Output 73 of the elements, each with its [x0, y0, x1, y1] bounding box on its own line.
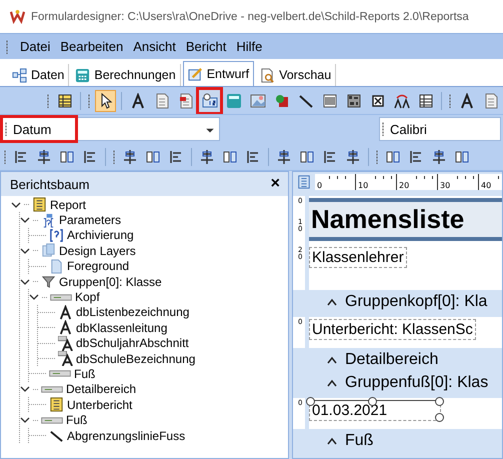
text-icon	[58, 320, 73, 336]
diagram-icon	[12, 68, 27, 82]
filter-icon	[41, 274, 56, 290]
text-icon	[58, 304, 73, 320]
menu-item[interactable]: Hilfe	[236, 39, 262, 54]
font-dropdown[interactable]: Calibri	[379, 117, 501, 141]
tab[interactable]: Entwurf	[182, 61, 254, 86]
tree-item[interactable]: Foreground	[67, 259, 130, 274]
layers-icon	[41, 243, 56, 258]
tree-item[interactable]: Archivierung	[67, 228, 134, 242]
tab[interactable]: Vorschau	[256, 64, 336, 86]
menu-item[interactable]: Bericht	[186, 39, 226, 54]
report-icon	[297, 175, 311, 189]
chevron-icon[interactable]	[20, 384, 30, 394]
collapse-icon[interactable]	[327, 298, 337, 306]
cursor-icon[interactable]	[95, 90, 116, 112]
collapse-icon[interactable]	[327, 378, 337, 386]
window-title: Formulardesigner: C:\Users\ra\OneDrive - neg-velbert.de\Schild-Reports 2.0\Reportsa	[31, 10, 469, 22]
close-button[interactable]: ×	[270, 175, 280, 193]
report-field[interactable]: 01.03.2021	[309, 400, 441, 421]
tree-item[interactable]: dbSchuleBezeichnung	[76, 352, 196, 366]
tree-item[interactable]: dbKlassenleitung	[76, 320, 168, 335]
calculator-icon	[75, 68, 90, 82]
menu-item[interactable]: Bearbeiten	[60, 39, 124, 54]
collapse-icon[interactable]	[327, 436, 337, 444]
report-field[interactable]: Klassenlehrer	[309, 247, 407, 268]
band-label: Detailbereich	[345, 350, 438, 368]
tree-item[interactable]: Unterbericht	[67, 398, 132, 412]
report-icon	[32, 197, 47, 212]
tree-item[interactable]: dbListenbezeichnung	[76, 305, 190, 320]
chevron-icon[interactable]	[20, 215, 30, 226]
chevron-icon[interactable]	[20, 415, 30, 426]
panel-title: Berichtsbaum	[10, 176, 90, 192]
field-dropdown[interactable]: Datum	[2, 117, 220, 141]
tree-item[interactable]: Report	[50, 198, 86, 212]
band-icon	[49, 369, 71, 378]
tab[interactable]: Berechnungen	[71, 64, 181, 86]
chevron-icon[interactable]	[20, 276, 30, 287]
band-label: Gruppenfuß[0]: Klas	[345, 374, 488, 392]
band-label: Gruppenkopf[0]: Kla	[345, 292, 488, 310]
database-text-icon	[58, 351, 73, 366]
app-logo-icon	[10, 9, 25, 24]
menu-item[interactable]: Ansicht	[133, 39, 176, 54]
preview-icon	[260, 68, 276, 82]
chevron-icon[interactable]	[29, 292, 39, 302]
tree-item[interactable]: Kopf	[75, 290, 100, 304]
tree-item[interactable]: Design Layers	[59, 244, 136, 258]
tab[interactable]: Daten	[8, 64, 70, 86]
page-icon	[49, 258, 64, 274]
parameter-icon	[41, 212, 56, 228]
chevron-icon[interactable]	[11, 200, 21, 210]
band-icon	[41, 416, 63, 425]
tree-item[interactable]: Detailbereich	[66, 382, 136, 396]
collapse-icon[interactable]	[327, 356, 337, 364]
tree-item[interactable]: Gruppen[0]: Klasse	[59, 274, 162, 289]
tree-item[interactable]: AbgrenzungslinieFuss	[67, 428, 186, 443]
field-icon[interactable]	[199, 90, 220, 112]
database-text-icon	[58, 336, 73, 351]
horizontal-ruler: 0 10 20 30 40	[315, 174, 502, 190]
chevron-icon[interactable]	[20, 246, 30, 256]
report-icon	[49, 397, 64, 412]
tree-item[interactable]: Parameters	[59, 213, 122, 228]
tree-item[interactable]: dbSchuljahrAbschnitt	[76, 336, 189, 350]
pencil-icon	[188, 66, 203, 82]
band-icon	[41, 384, 63, 394]
menu-item[interactable]: Datei	[20, 39, 50, 54]
band-label: Fuß	[345, 432, 374, 450]
parameter-icon	[49, 228, 64, 243]
report-title: Namensliste	[309, 198, 502, 241]
report-field[interactable]: Unterbericht: KlassenSc	[309, 319, 476, 340]
band-icon	[50, 292, 72, 302]
tree-item[interactable]: Fuß	[74, 366, 96, 381]
tree-item[interactable]: Fuß	[66, 413, 88, 428]
